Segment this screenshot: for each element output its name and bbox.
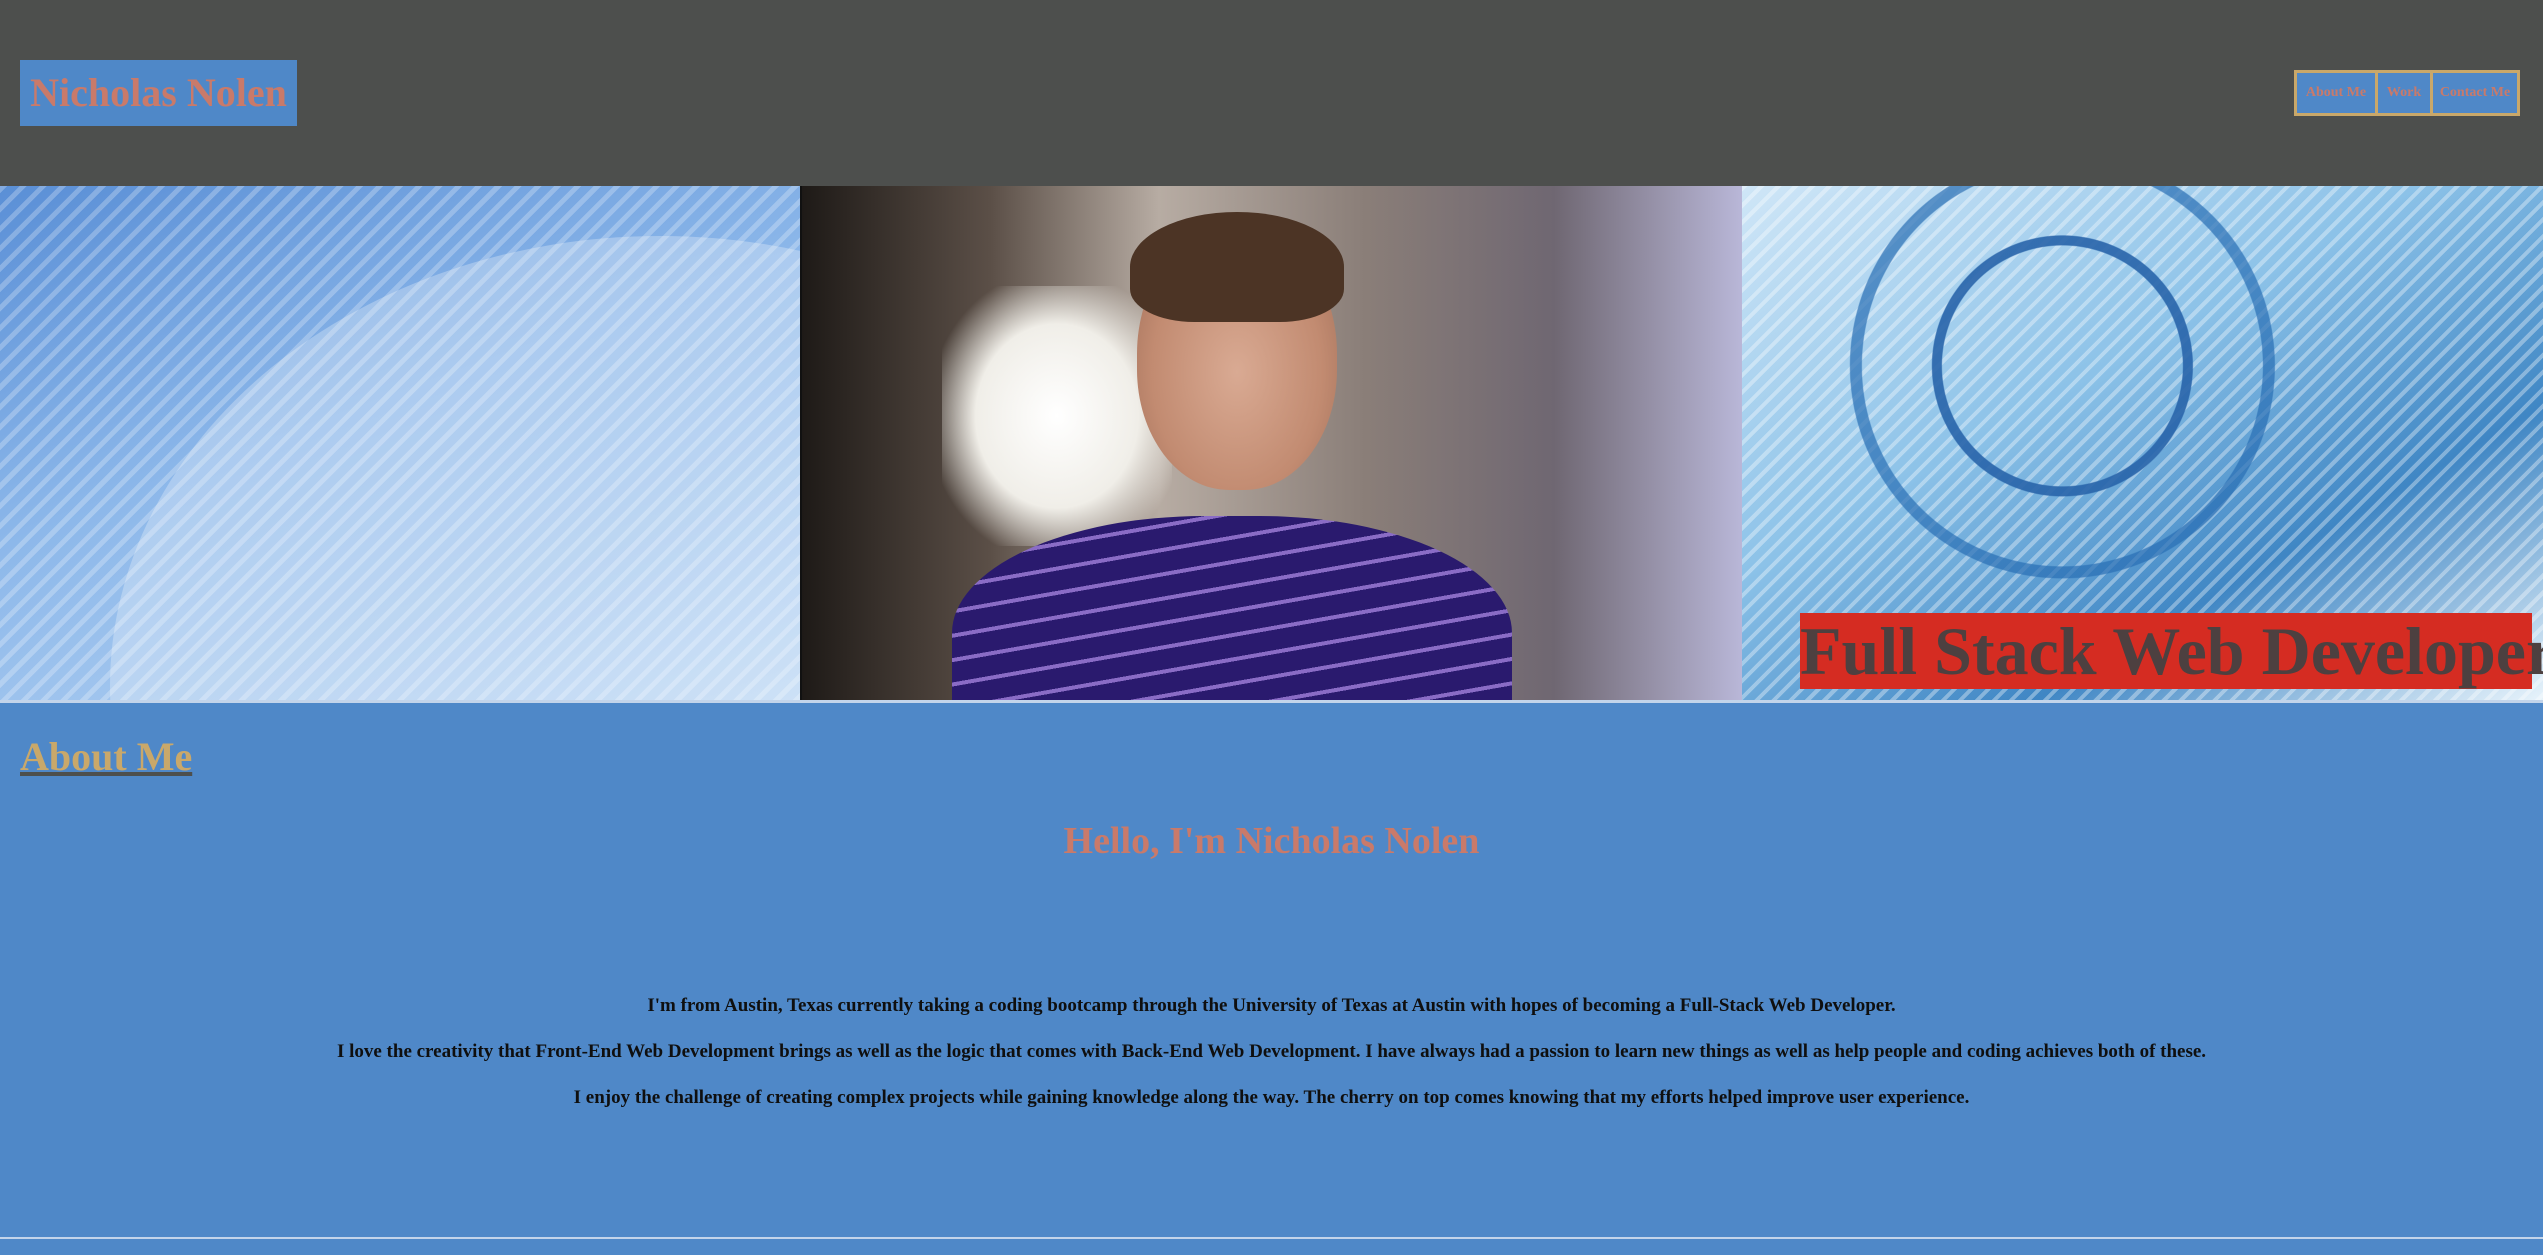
nav-link-work[interactable]: Work [2375, 73, 2430, 113]
main-nav: About Me Work Contact Me [2294, 70, 2520, 116]
about-paragraph-3: I enjoy the challenge of creating comple… [573, 1087, 1970, 1108]
photo-hair [1130, 212, 1344, 322]
greeting-heading: Hello, I'm Nicholas Nolen [1063, 820, 1480, 862]
hero-left-pattern-image [0, 186, 800, 700]
headline-banner: Full Stack Web Developer [1800, 613, 2543, 689]
photo-window-glow [942, 286, 1172, 546]
decorative-sweep [110, 236, 800, 700]
about-section: About Me Hello, I'm Nicholas Nolen I'm f… [0, 700, 2543, 1240]
about-paragraph-2: I love the creativity that Front-End Web… [336, 1041, 2207, 1062]
hero-right-tech-image: Full Stack Web Developer [1742, 186, 2543, 700]
brand-logo[interactable]: Nicholas Nolen [20, 60, 297, 126]
profile-photo [800, 186, 1742, 700]
nav-link-contact-me[interactable]: Contact Me [2430, 73, 2517, 113]
nav-link-about-me[interactable]: About Me [2297, 73, 2375, 113]
about-paragraph-1: I'm from Austin, Texas currently taking … [647, 995, 1896, 1016]
about-heading: About Me [20, 734, 193, 779]
section-divider [0, 1237, 2543, 1239]
site-header: Nicholas Nolen About Me Work Contact Me [0, 0, 2543, 186]
hero-banner: Full Stack Web Developer [0, 186, 2543, 700]
